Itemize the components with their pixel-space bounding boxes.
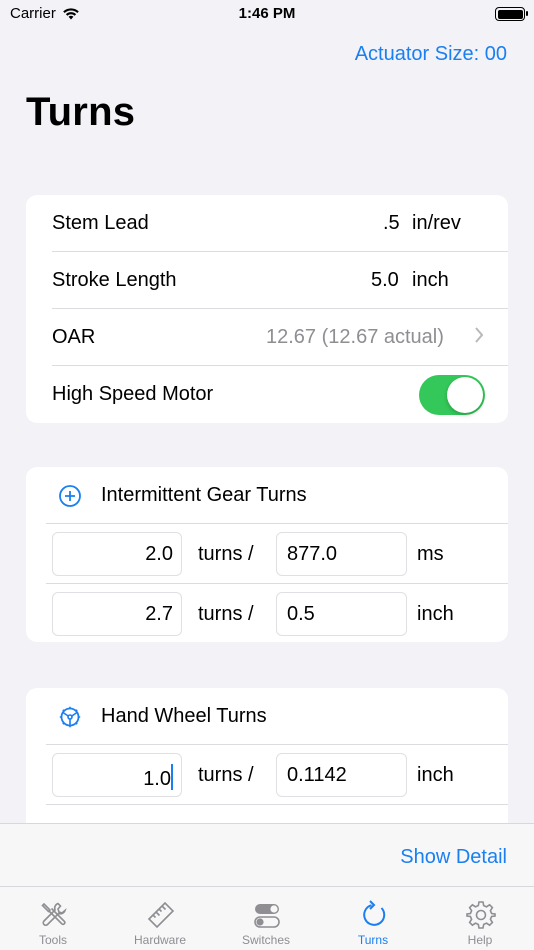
bottom-toolbar: Show Detail Tools Hardware Switches Turn… <box>0 823 534 950</box>
tab-hardware[interactable]: Hardware <box>107 887 213 950</box>
intermittent-gear-header[interactable]: Intermittent Gear Turns <box>26 467 508 524</box>
unit-label: inch <box>417 603 454 625</box>
stem-lead-value[interactable]: .5 <box>383 212 400 235</box>
status-time: 1:46 PM <box>238 5 296 22</box>
text-cursor <box>171 764 173 790</box>
stem-lead-label: Stem Lead <box>52 212 149 234</box>
intermittent-row-2: 2.7 turns / 0.5 inch <box>26 584 508 642</box>
steering-wheel-icon <box>59 706 81 728</box>
tab-tools[interactable]: Tools <box>0 887 106 950</box>
ruler-icon <box>147 901 175 929</box>
stem-lead-unit: in/rev <box>412 212 461 234</box>
time-input[interactable]: 877.0 <box>276 532 407 576</box>
gear-icon <box>466 901 496 929</box>
show-detail-button[interactable]: Show Detail <box>400 846 507 869</box>
tab-turns[interactable]: Turns <box>320 887 426 950</box>
tab-label: Hardware <box>133 933 187 947</box>
oar-label: OAR <box>52 326 96 348</box>
turns-label: turns / <box>198 764 254 786</box>
intermittent-gear-title: Intermittent Gear Turns <box>101 484 307 506</box>
high-speed-motor-label: High Speed Motor <box>52 383 214 405</box>
unit-label: inch <box>417 764 454 786</box>
stroke-length-row[interactable]: Stroke Length 5.0 inch <box>26 252 508 309</box>
rotate-arrow-icon <box>363 900 386 926</box>
distance-input[interactable]: 0.1142 <box>276 753 407 797</box>
chevron-right-icon <box>474 326 484 349</box>
hand-wheel-title: Hand Wheel Turns <box>101 705 267 727</box>
tab-help[interactable]: Help <box>427 887 533 950</box>
plus-circle-icon <box>59 485 81 507</box>
tools-icon <box>41 902 67 926</box>
intermittent-row-1: 2.0 turns / 877.0 ms <box>26 524 508 583</box>
divider <box>46 804 508 805</box>
page-title: Turns <box>26 90 136 134</box>
turns-input[interactable]: 2.7 <box>52 592 182 636</box>
tab-label: Turns <box>357 933 389 947</box>
oar-value: 12.67 (12.67 actual) <box>266 326 444 348</box>
high-speed-motor-row: High Speed Motor <box>26 366 508 423</box>
toggle-knob <box>447 377 483 413</box>
distance-input[interactable]: 0.5 <box>276 592 407 636</box>
tab-label: Switches <box>241 933 291 947</box>
turns-label: turns / <box>198 543 254 565</box>
tab-switches[interactable]: Switches <box>213 887 319 950</box>
hand-wheel-header[interactable]: Hand Wheel Turns <box>26 688 508 745</box>
hand-wheel-row-1: 1.0 turns / 0.1142 inch <box>26 745 508 804</box>
tab-label: Tools <box>38 933 67 947</box>
high-speed-motor-toggle[interactable] <box>419 375 485 415</box>
status-bar: Carrier 1:46 PM <box>0 0 534 28</box>
actuator-size-button[interactable]: Actuator Size: 00 <box>355 43 507 66</box>
settings-card: Stem Lead .5 in/rev Stroke Length 5.0 in… <box>26 195 508 423</box>
intermittent-gear-card: Intermittent Gear Turns 2.0 turns / 877.… <box>26 467 508 642</box>
stroke-length-label: Stroke Length <box>52 269 177 291</box>
oar-row[interactable]: OAR 12.67 (12.67 actual) <box>26 309 508 366</box>
stroke-length-unit: inch <box>412 269 449 291</box>
battery-icon <box>495 7 528 21</box>
stem-lead-row[interactable]: Stem Lead .5 in/rev <box>26 195 508 252</box>
switches-icon <box>254 904 280 928</box>
turns-input[interactable]: 1.0 <box>52 753 182 797</box>
stroke-length-value[interactable]: 5.0 <box>371 269 399 292</box>
turns-label: turns / <box>198 603 254 625</box>
unit-label: ms <box>417 543 444 565</box>
tab-bar: Tools Hardware Switches Turns Help <box>0 886 534 950</box>
turns-input-value: 1.0 <box>143 768 171 790</box>
turns-input[interactable]: 2.0 <box>52 532 182 576</box>
tab-label: Help <box>467 933 493 947</box>
